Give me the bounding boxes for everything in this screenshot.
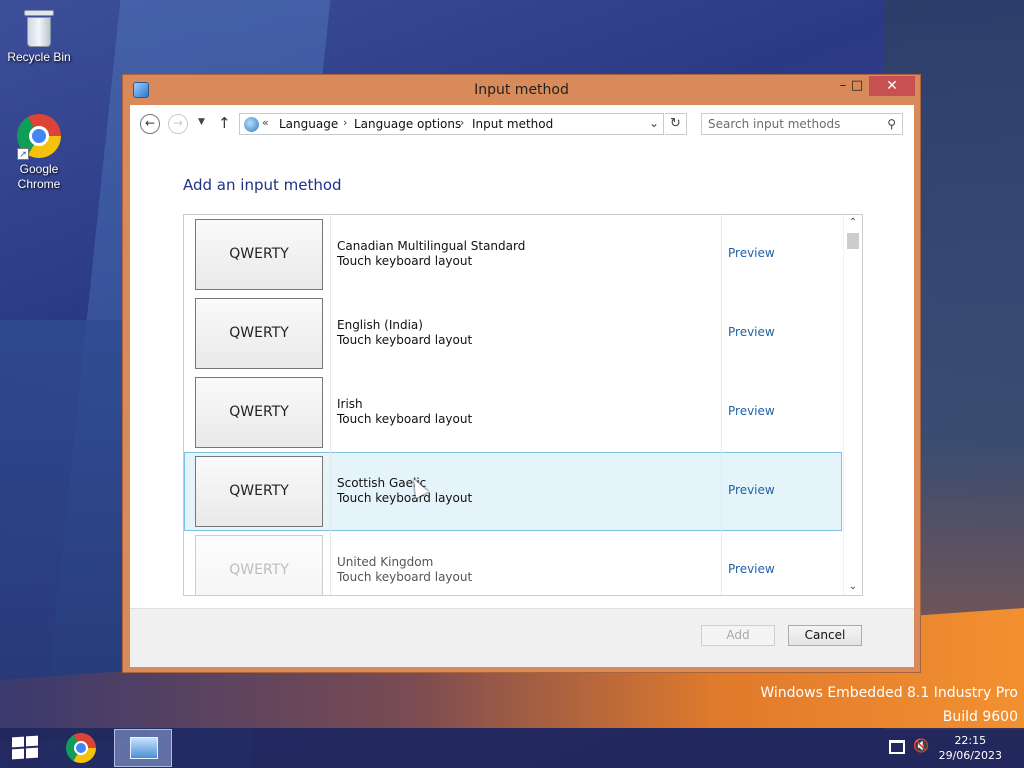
keyboard-layout-thumbnail: QWERTY <box>195 298 323 369</box>
desktop-icon-recycle-bin[interactable]: Recycle Bin <box>1 8 77 64</box>
input-method-list: QWERTY Canadian Multilingual Standard To… <box>183 214 863 596</box>
os-edition-watermark: Windows Embedded 8.1 Industry Pro <box>760 685 1018 701</box>
dialog-footer: Add Cancel <box>130 608 914 667</box>
input-method-window: Input method – □ ✕ ← → ▼ ↑ « Language › … <box>122 74 921 673</box>
address-bar[interactable]: « Language › Language options › Input me… <box>239 113 664 135</box>
maximize-button[interactable]: □ <box>843 76 871 96</box>
list-item[interactable]: QWERTY English (India) Touch keyboard la… <box>184 294 842 373</box>
breadcrumb-separator[interactable]: › <box>460 116 464 129</box>
list-item-selected[interactable]: QWERTY Scottish Gaelic Touch keyboard la… <box>184 452 842 531</box>
input-method-description: Touch keyboard layout <box>337 570 473 584</box>
breadcrumb-language-options[interactable]: Language options <box>354 117 461 131</box>
input-method-description: Touch keyboard layout <box>337 491 473 505</box>
control-panel-icon <box>244 117 259 132</box>
clock-date: 29/06/2023 <box>938 749 1002 762</box>
breadcrumb-language[interactable]: Language <box>279 117 338 131</box>
preview-link[interactable]: Preview <box>728 246 775 260</box>
os-build-watermark: Build 9600 <box>942 709 1018 725</box>
chrome-icon: ↗ <box>17 114 61 160</box>
taskbar-chrome-icon[interactable] <box>66 733 96 763</box>
input-method-description: Touch keyboard layout <box>337 254 473 268</box>
start-button[interactable] <box>12 735 38 760</box>
refresh-button[interactable]: ↻ <box>665 113 687 135</box>
up-button[interactable]: ↑ <box>218 114 231 132</box>
preview-link[interactable]: Preview <box>728 404 775 418</box>
list-item[interactable]: QWERTY Canadian Multilingual Standard To… <box>184 215 842 294</box>
keyboard-layout-thumbnail: QWERTY <box>195 377 323 448</box>
breadcrumb-overflow[interactable]: « <box>262 116 269 129</box>
breadcrumb-input-method[interactable]: Input method <box>472 117 553 131</box>
input-method-description: Touch keyboard layout <box>337 412 473 426</box>
scroll-up-arrow-icon[interactable]: ⌃ <box>844 215 862 231</box>
title-bar[interactable]: Input method – □ ✕ <box>123 75 920 105</box>
window-title: Input method <box>474 82 569 98</box>
desktop-icon-label: Recycle Bin <box>7 50 71 64</box>
cancel-button[interactable]: Cancel <box>788 625 862 646</box>
back-button[interactable]: ← <box>140 114 160 134</box>
search-box[interactable]: ⚲ <box>701 113 903 135</box>
shortcut-arrow-icon: ↗ <box>17 148 29 160</box>
desktop-icon-label: Google Chrome <box>17 162 61 191</box>
taskbar-clock[interactable]: 22:15 29/06/2023 <box>939 733 1002 763</box>
preview-link[interactable]: Preview <box>728 325 775 339</box>
input-method-name: United Kingdom <box>337 555 434 569</box>
search-input[interactable] <box>708 117 878 131</box>
clock-time: 22:15 <box>954 734 987 747</box>
preview-link[interactable]: Preview <box>728 562 775 576</box>
recent-locations-dropdown[interactable]: ▼ <box>198 117 205 127</box>
list-item[interactable]: QWERTY Irish Touch keyboard layout Previ… <box>184 373 842 452</box>
input-method-name: English (India) <box>337 318 423 332</box>
list-item[interactable]: QWERTY United Kingdom Touch keyboard lay… <box>184 531 842 595</box>
desktop-icon-chrome[interactable]: ↗ Google Chrome <box>1 114 77 192</box>
input-method-description: Touch keyboard layout <box>337 333 473 347</box>
taskbar-control-panel-button[interactable] <box>114 729 172 767</box>
breadcrumb-separator[interactable]: › <box>343 116 347 129</box>
preview-link[interactable]: Preview <box>728 483 775 497</box>
keyboard-layout-thumbnail: QWERTY <box>195 219 323 290</box>
close-button[interactable]: ✕ <box>869 76 915 96</box>
page-title: Add an input method <box>183 176 342 194</box>
add-button[interactable]: Add <box>701 625 775 646</box>
keyboard-layout-thumbnail: QWERTY <box>195 456 323 527</box>
forward-button[interactable]: → <box>168 114 188 134</box>
vertical-scrollbar[interactable]: ⌃ ⌄ <box>843 215 862 595</box>
window-client: ← → ▼ ↑ « Language › Language options › … <box>130 105 914 667</box>
volume-muted-icon[interactable]: 🔇 <box>913 739 929 754</box>
search-icon[interactable]: ⚲ <box>887 117 896 131</box>
input-method-name: Irish <box>337 397 363 411</box>
network-icon[interactable] <box>889 740 905 754</box>
taskbar: 🔇 22:15 29/06/2023 <box>0 728 1024 768</box>
control-panel-icon <box>130 737 158 759</box>
recycle-bin-icon <box>22 8 56 48</box>
input-method-name: Canadian Multilingual Standard <box>337 239 526 253</box>
chevron-down-icon[interactable]: ⌄ <box>649 116 659 130</box>
keyboard-layout-thumbnail: QWERTY <box>195 535 323 595</box>
scroll-down-arrow-icon[interactable]: ⌄ <box>844 579 862 595</box>
navigation-bar: ← → ▼ ↑ « Language › Language options › … <box>130 105 914 143</box>
scrollbar-thumb[interactable] <box>847 233 859 249</box>
